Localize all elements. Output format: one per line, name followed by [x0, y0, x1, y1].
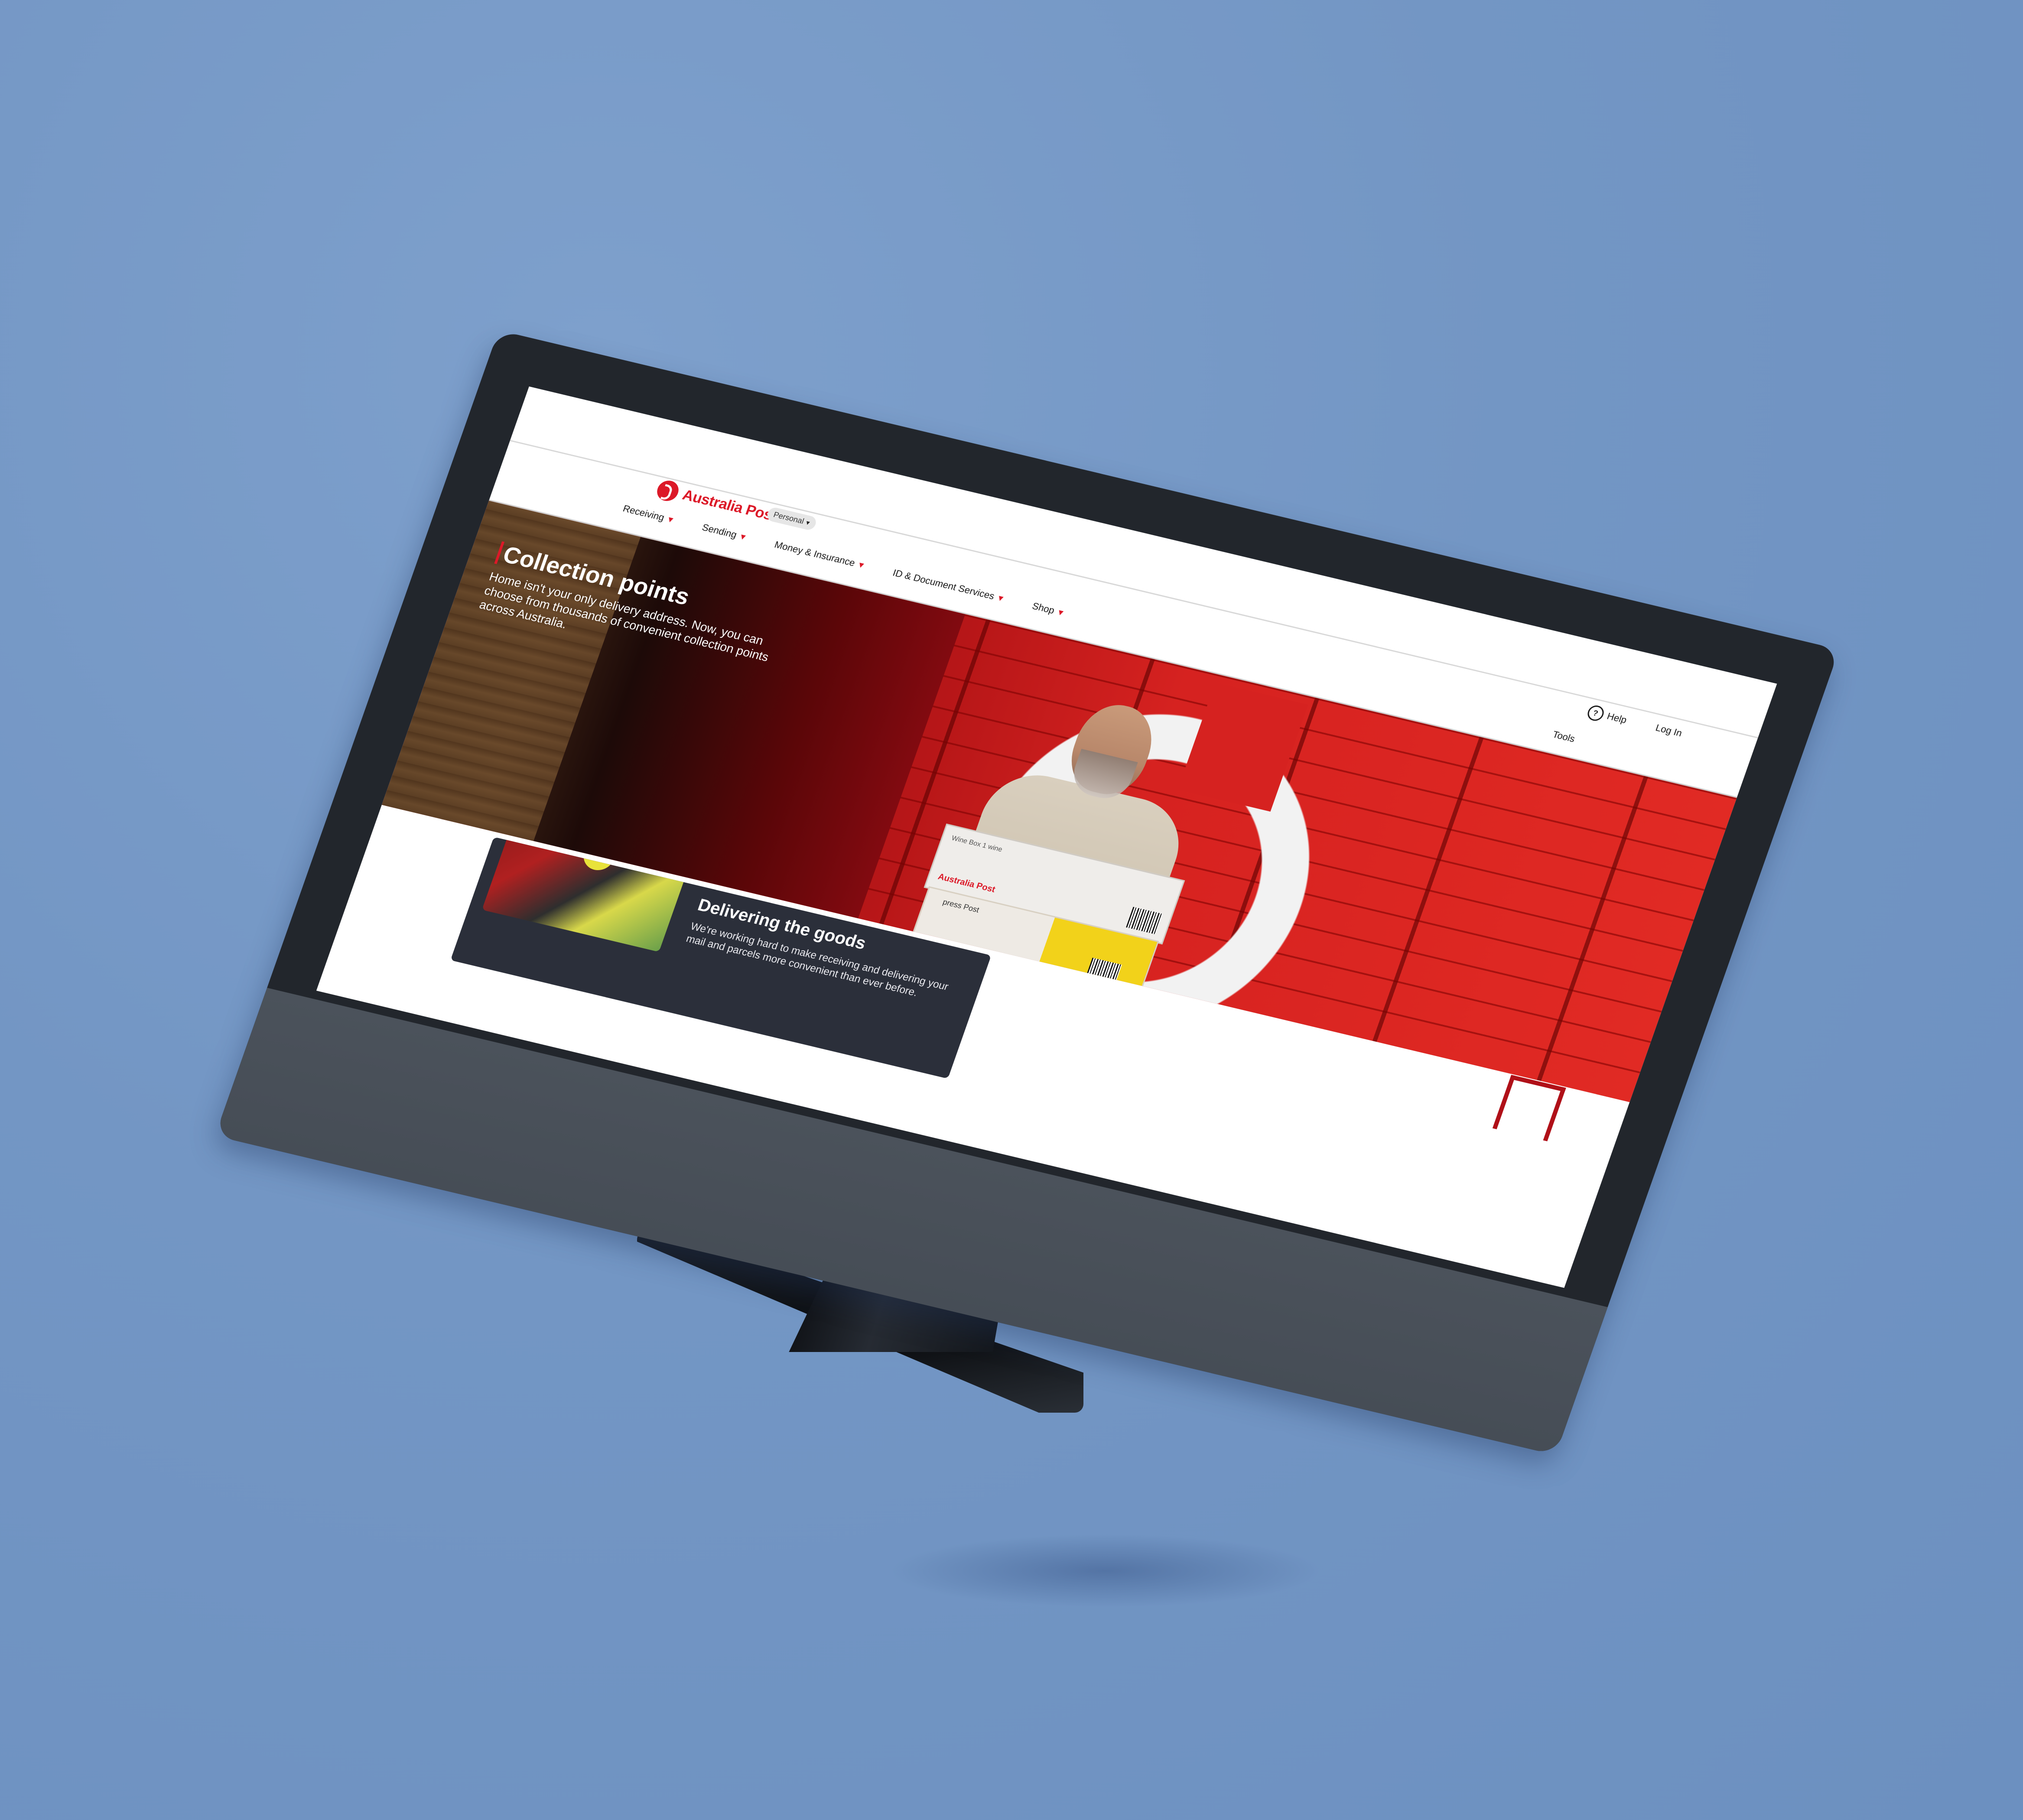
monitor: Australia Post Personal ▾ ? Help Log In …: [215, 330, 1840, 1455]
nav-item-money-insurance[interactable]: Money & Insurance ▾: [773, 539, 866, 571]
nav-item-label: Shop: [1031, 600, 1056, 616]
tools-link[interactable]: Tools: [1551, 729, 1576, 745]
nav-item-label: ID & Document Services: [891, 567, 996, 602]
audience-select-label: Personal: [772, 510, 805, 526]
help-link[interactable]: ? Help: [1585, 704, 1629, 728]
chevron-down-icon: ▾: [666, 514, 675, 525]
barcode-icon: [1126, 907, 1163, 935]
help-circle-icon: ?: [1585, 704, 1606, 722]
nav-item-label: Money & Insurance: [773, 539, 857, 569]
nav-item-sending[interactable]: Sending ▾: [700, 522, 747, 543]
nav-item-receiving[interactable]: Receiving ▾: [621, 503, 675, 526]
australia-post-logo-icon: [654, 478, 682, 503]
chevron-down-icon: ▾: [857, 559, 866, 571]
barcode-icon: [1085, 958, 1122, 985]
chevron-down-icon: ▾: [739, 531, 748, 543]
box-label: Wine Box 1 wine: [950, 834, 1003, 854]
login-label: Log In: [1654, 722, 1684, 739]
chevron-down-icon: ▾: [805, 519, 811, 527]
help-label: Help: [1605, 710, 1629, 726]
red-stool-image: [1492, 1075, 1566, 1141]
nav-item-id-document-services[interactable]: ID & Document Services ▾: [891, 567, 1005, 604]
chevron-down-icon: ▾: [1057, 606, 1065, 618]
chevron-down-icon: ▾: [996, 592, 1005, 604]
nav-item-shop[interactable]: Shop ▾: [1031, 601, 1065, 618]
box2-label: press Post: [941, 897, 981, 914]
login-link[interactable]: Log In: [1654, 722, 1684, 739]
nav-item-label: Sending: [700, 522, 738, 540]
nav-item-label: Receiving: [621, 503, 666, 523]
monitor-shadow: [888, 1534, 1322, 1608]
